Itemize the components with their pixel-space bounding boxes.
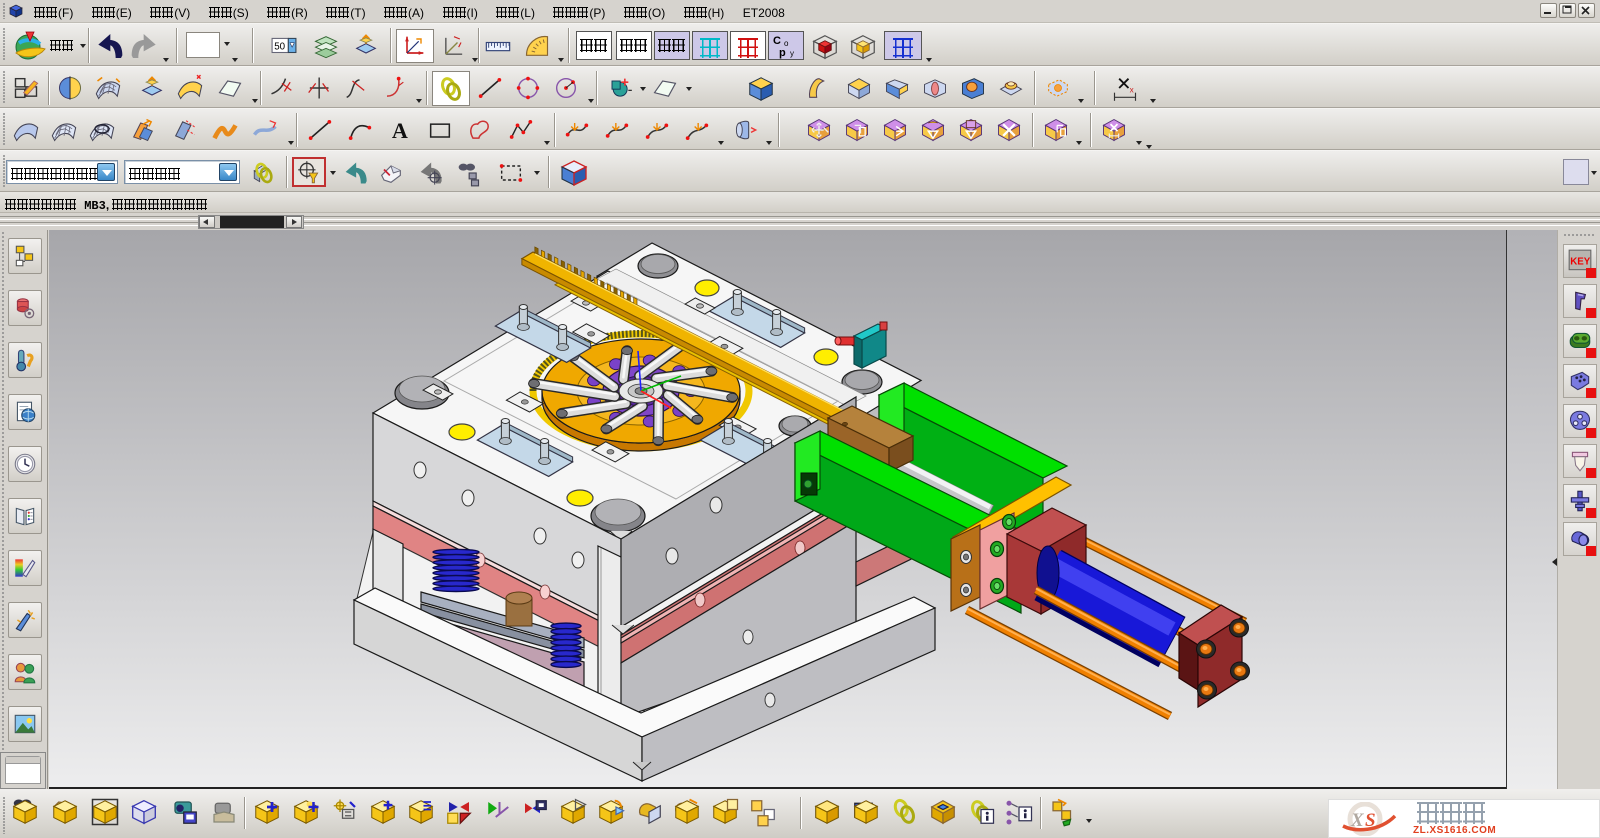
- svg-text:X: X: [1350, 810, 1365, 831]
- svg-text:S: S: [1365, 810, 1376, 831]
- svg-text:KEY: KEY: [1570, 256, 1591, 267]
- svg-text:C: C: [773, 35, 781, 47]
- svg-text:y: y: [790, 49, 794, 58]
- svg-text:p: p: [779, 47, 786, 59]
- svg-text:A: A: [392, 118, 408, 143]
- svg-text:x: x: [1130, 86, 1134, 95]
- svg-text:50: 50: [274, 41, 285, 52]
